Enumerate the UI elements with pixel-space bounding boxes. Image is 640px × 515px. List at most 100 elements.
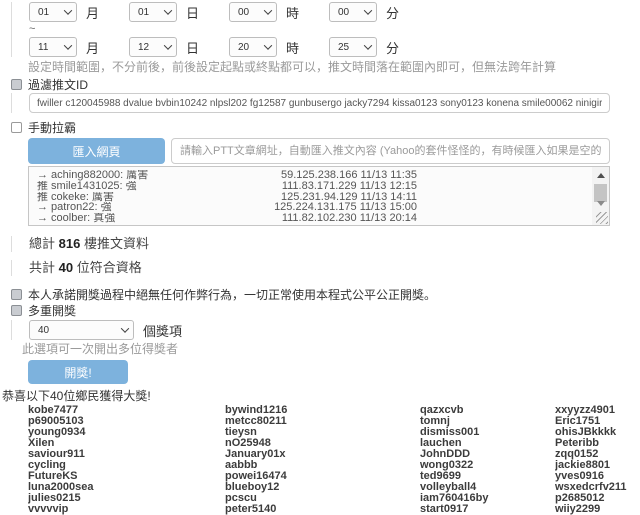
winner-name: tieysn (225, 427, 420, 438)
qualified-count: 40 (59, 260, 73, 275)
from-month-value: 01 (38, 7, 49, 18)
winner-name: p2685012 (555, 493, 640, 504)
scroll-up-icon (597, 173, 605, 178)
winner-name: luna2000sea (28, 482, 225, 493)
comment-author-text: → aching882000: 厲害 (37, 170, 233, 181)
winner-name: Xilen (28, 438, 225, 449)
import-url-input[interactable] (171, 138, 610, 164)
winner-name: January01x (225, 449, 420, 460)
comment-author-text: → coolber: 真強 (37, 213, 233, 224)
winner-name: Peteribb (555, 438, 640, 449)
winner-name: blueboy12 (225, 482, 420, 493)
resize-grip-icon[interactable] (596, 212, 608, 224)
promise-row: 本人承諾開獎過程中絕無任何作弊行為，一切正常使用本程式公平公正開獎。 (11, 288, 640, 301)
to-minute-select[interactable]: 25 (329, 37, 377, 57)
winner-name: kobe7477 (28, 405, 225, 416)
time-to-row: 11 月 12 日 20 時 25 (29, 37, 640, 57)
winner-name: JohnDDD (420, 449, 555, 460)
multi-draw-row: 多重開獎 (11, 304, 640, 317)
filter-id-label: 過濾推文ID (28, 76, 88, 93)
from-day-select[interactable]: 01 (129, 2, 177, 22)
winner-name: cycling (28, 460, 225, 471)
winner-name: iam760416by (420, 493, 555, 504)
to-hour-value: 20 (238, 42, 249, 53)
winner-name: jackie8801 (555, 460, 640, 471)
filter-id-input[interactable] (29, 93, 610, 113)
chevron-down-icon (364, 6, 372, 14)
prize-unit-label: 個獎項 (143, 321, 182, 340)
to-month-select[interactable]: 11 (29, 37, 77, 57)
winner-name: qazxcvb (420, 405, 555, 416)
chevron-down-icon (64, 6, 72, 14)
comment-line: → coolber: 真強 111.82.102.230 11/13 20:14 (37, 213, 589, 224)
chevron-down-icon (264, 41, 272, 49)
minute-label: 分 (386, 38, 399, 57)
comment-author-text: → patron22: 強 (37, 202, 233, 213)
to-hour-select[interactable]: 20 (229, 37, 277, 57)
promise-checkbox[interactable] (11, 289, 22, 300)
winner-name: p69005103 (28, 416, 225, 427)
qualified-stat: 共計 40 位符合資格 (29, 260, 640, 276)
winner-name: wsxedcrfv211 (555, 482, 640, 493)
multi-draw-checkbox[interactable] (11, 305, 22, 316)
comment-author-text: 推 smile1431025: 強 (37, 181, 233, 192)
chevron-down-icon (164, 6, 172, 14)
winner-name: saviour911 (28, 449, 225, 460)
winner-name: Eric1751 (555, 416, 640, 427)
winner-name: volleyball4 (420, 482, 555, 493)
filter-id-checkbox[interactable] (11, 79, 22, 90)
winners-headline: 恭喜以下40位鄉民獲得大獎! (2, 390, 640, 403)
from-day-value: 01 (138, 7, 149, 18)
scroll-down-icon (597, 201, 605, 206)
winner-name: dismiss001 (420, 427, 555, 438)
from-minute-select[interactable]: 00 (329, 2, 377, 22)
winner-name: tomnj (420, 416, 555, 427)
winner-name: zqq0152 (555, 449, 640, 460)
winner-name: lauchen (420, 438, 555, 449)
winner-name: ohisJBkkkk (555, 427, 640, 438)
winner-name: powei16474 (225, 471, 420, 482)
to-day-select[interactable]: 12 (129, 37, 177, 57)
total-comments-count: 816 (59, 236, 81, 251)
from-month-select[interactable]: 01 (29, 2, 77, 22)
chevron-down-icon (264, 6, 272, 14)
comments-list: → aching882000: 厲害 59.125.238.166 11/13 … (37, 170, 589, 224)
hour-label: 時 (286, 3, 299, 22)
import-row: 匯入網頁 (28, 138, 640, 164)
from-minute-value: 00 (338, 7, 349, 18)
winner-name: metcc80211 (225, 416, 420, 427)
winner-name: julies0215 (28, 493, 225, 504)
chevron-down-icon (164, 41, 172, 49)
comment-ip-timestamp: 111.82.102.230 11/13 20:14 (233, 213, 417, 224)
prize-count-select[interactable]: 40 (29, 320, 134, 340)
time-from-row: 01 月 01 日 00 時 00 (29, 2, 640, 22)
winner-name: young0934 (28, 427, 225, 438)
scroll-up-button[interactable] (592, 168, 609, 182)
winner-name: yves0916 (555, 471, 640, 482)
qualified-stat-wrap: 共計 40 位符合資格 (11, 260, 640, 276)
winners-grid: kobe7477 bywind1216 qazxcvb xxyyzz4901 p… (28, 405, 640, 515)
winner-name: bywind1216 (225, 405, 420, 416)
import-url-button[interactable]: 匯入網頁 (28, 138, 165, 164)
minute-label: 分 (386, 3, 399, 22)
filter-id-input-wrap (11, 93, 640, 113)
manual-pull-checkbox[interactable] (11, 122, 22, 133)
chevron-down-icon (121, 324, 129, 332)
day-label: 日 (186, 3, 199, 22)
total-comments-stat: 總計 816 樓推文資料 (29, 236, 640, 252)
promise-label: 本人承諾開獎過程中絕無任何作弊行為，一切正常使用本程式公平公正開獎。 (28, 286, 436, 303)
from-hour-value: 00 (238, 7, 249, 18)
range-separator: ~ (29, 24, 640, 35)
multi-draw-hint: 此選項可一次開出多位得獎者 (22, 343, 640, 356)
draw-button[interactable]: 開獎! (28, 360, 128, 384)
from-hour-select[interactable]: 00 (229, 2, 277, 22)
scroll-down-button[interactable] (592, 196, 609, 210)
hour-label: 時 (286, 38, 299, 57)
prize-count-value: 40 (38, 325, 49, 336)
time-range-hint: 設定時間範圍，不分前後，前後設定起點或終點都可以，推文時間落在範圍內即可，但無法… (28, 61, 640, 74)
filter-id-row: 過濾推文ID (11, 78, 640, 91)
manual-pull-row: 手動拉霸 (11, 121, 640, 134)
comments-textarea[interactable]: → aching882000: 厲害 59.125.238.166 11/13 … (28, 166, 610, 226)
winner-name: nO25948 (225, 438, 420, 449)
to-day-value: 12 (138, 42, 149, 53)
